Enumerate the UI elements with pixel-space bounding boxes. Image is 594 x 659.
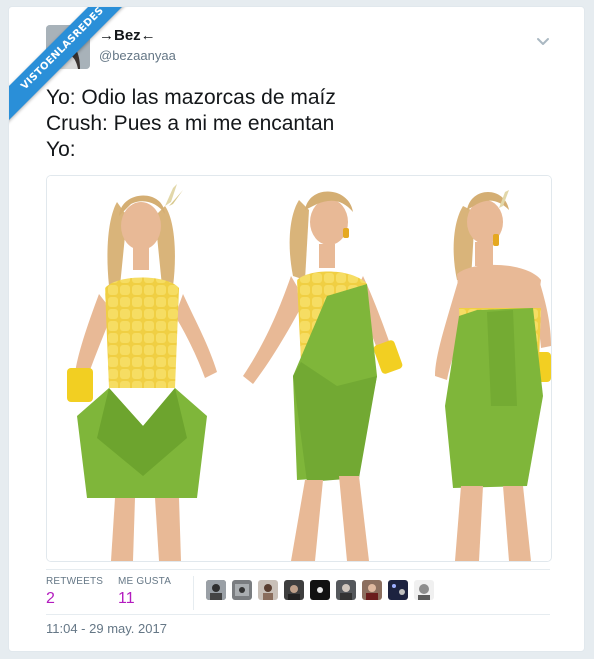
likes-stat[interactable]: ME GUSTA 11 bbox=[118, 576, 171, 608]
liker-avatar[interactable] bbox=[310, 580, 330, 600]
liker-avatar[interactable] bbox=[362, 580, 382, 600]
tweet-timestamp[interactable]: 11:04 - 29 may. 2017 bbox=[46, 621, 167, 636]
liker-avatar[interactable] bbox=[414, 580, 434, 600]
liker-avatar[interactable] bbox=[232, 580, 252, 600]
tweet-line-3: Yo: bbox=[46, 138, 76, 161]
tweet-photo[interactable] bbox=[46, 175, 552, 562]
watermark-ribbon: VISTOENLASREDES bbox=[9, 7, 139, 137]
retweets-count: 2 bbox=[46, 590, 55, 607]
retweets-stat[interactable]: RETWEETS 2 bbox=[46, 576, 103, 608]
liker-avatar[interactable] bbox=[336, 580, 356, 600]
corn-costume-photo bbox=[47, 176, 551, 561]
tweet-card: VISTOENLASREDES →Bez← @bezaanyaa Yo: Odi… bbox=[8, 6, 585, 652]
liker-avatar[interactable] bbox=[388, 580, 408, 600]
engagement-stats: RETWEETS 2 ME GUSTA 11 bbox=[46, 569, 550, 615]
retweets-label: RETWEETS bbox=[46, 576, 104, 587]
likes-count: 11 bbox=[118, 590, 135, 607]
likes-label: ME GUSTA bbox=[118, 576, 172, 587]
liker-avatar[interactable] bbox=[206, 580, 226, 600]
stats-divider bbox=[193, 576, 194, 610]
liker-avatar[interactable] bbox=[258, 580, 278, 600]
watermark-text: VISTOENLASREDES bbox=[9, 7, 139, 129]
liker-avatar[interactable] bbox=[284, 580, 304, 600]
chevron-down-icon[interactable] bbox=[536, 37, 550, 47]
